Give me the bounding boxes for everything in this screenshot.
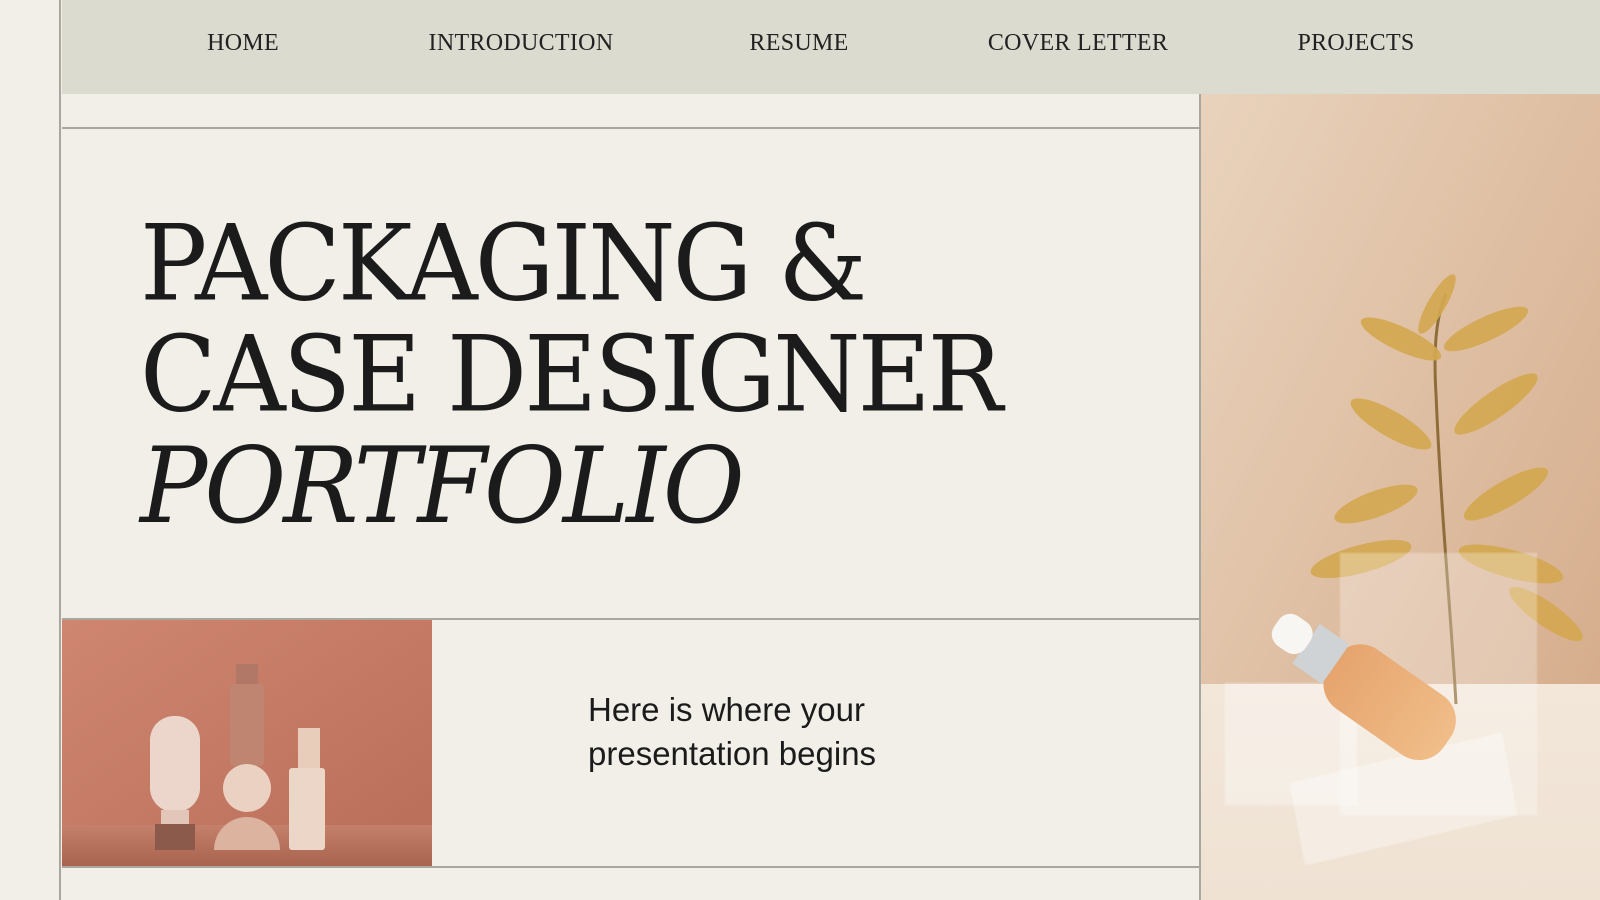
top-divider [62,127,1201,129]
subtitle: Here is where your presentation begins [588,688,876,776]
nav-introduction[interactable]: INTRODUCTION [429,30,614,57]
terracotta-bottles-photo [62,620,432,866]
bottom-divider [62,866,1201,868]
nav-cover-letter[interactable]: COVER LETTER [988,30,1168,57]
nav-home[interactable]: HOME [207,30,279,57]
serum-dropper-plant-photo [1201,94,1600,900]
left-margin-strip [0,0,61,900]
page-title: PACKAGING & CASE DESIGNER PORTFOLIO [140,201,1003,548]
top-navigation-bar: HOME INTRODUCTION RESUME COVER LETTER PR… [62,0,1600,94]
nav-resume[interactable]: RESUME [749,30,848,57]
nav-projects[interactable]: PROJECTS [1297,30,1414,57]
title-line-2: CASE DESIGNER [140,313,1003,436]
title-line-1: PACKAGING & [140,201,867,325]
subtitle-line-1: Here is where your [588,691,865,728]
subtitle-line-2: presentation begins [588,735,877,772]
title-line-3: PORTFOLIO [140,424,745,548]
